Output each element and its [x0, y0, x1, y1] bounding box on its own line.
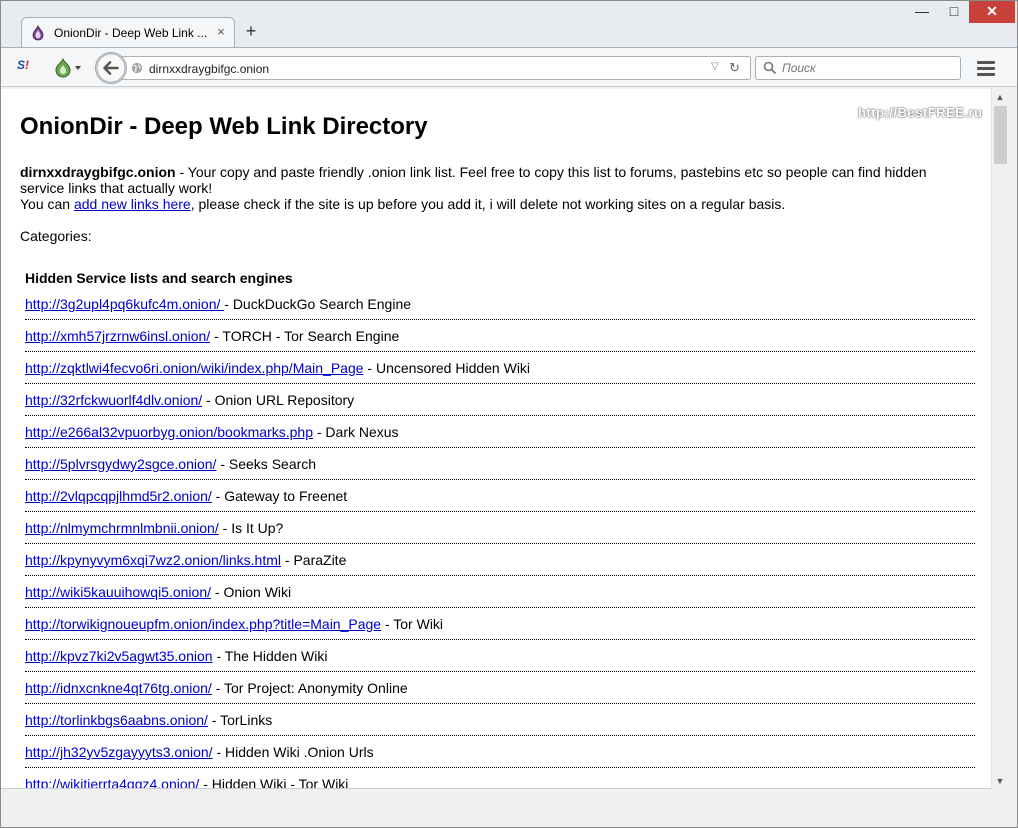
- link-description: - Dark Nexus: [312, 424, 399, 440]
- scroll-up-arrow-icon[interactable]: ▲: [992, 89, 1008, 105]
- list-item: http://e266al32vpuorbyg.onion/bookmarks.…: [25, 416, 975, 448]
- page-title: OnionDir - Deep Web Link Directory: [20, 113, 428, 140]
- intro-site-name: dirnxxdraygbifgc.onion: [20, 164, 176, 180]
- list-item: http://2vlqpcqpjlhmd5r2.onion/ - Gateway…: [25, 480, 975, 512]
- list-item: http://xmh57jrzrnw6insl.onion/ - TORCH -…: [25, 320, 975, 352]
- categories-label: Categories:: [20, 228, 92, 244]
- link-description: - Seeks Search: [216, 456, 317, 472]
- list-item: http://jh32yv5zgayyyts3.onion/ - Hidden …: [25, 736, 975, 768]
- link-description: - TORCH - Tor Search Engine: [210, 328, 400, 344]
- onion-link[interactable]: http://idnxcnkne4qt76tg.onion/: [25, 680, 212, 696]
- hamburger-menu-icon[interactable]: [975, 58, 997, 78]
- link-description: - Onion URL Repository: [202, 392, 355, 408]
- url-bar[interactable]: dirnxxdraygbifgc.onion ▽ ↻: [111, 56, 751, 80]
- search-icon[interactable]: [763, 61, 777, 75]
- tab-active[interactable]: OnionDir - Deep Web Link ... ×: [21, 17, 235, 47]
- link-description: - Hidden Wiki .Onion Urls: [212, 744, 374, 760]
- watermark: http://BestFREE.ru: [858, 105, 983, 120]
- link-description: - Hidden Wiki - Tor Wiki: [199, 776, 349, 789]
- link-description: - Tor Wiki: [381, 616, 444, 632]
- tab-title: OnionDir - Deep Web Link ...: [54, 26, 208, 40]
- onion-link[interactable]: http://5plvrsgydwy2sgce.onion/: [25, 456, 216, 472]
- intro-line2-pre: You can: [20, 196, 74, 212]
- back-button[interactable]: [95, 52, 127, 84]
- page-viewport[interactable]: OnionDir - Deep Web Link Directory http:…: [1, 89, 1007, 789]
- tor-onion-icon: [32, 25, 44, 41]
- list-item: http://5plvrsgydwy2sgce.onion/ - Seeks S…: [25, 448, 975, 480]
- onion-link[interactable]: http://zqktlwi4fecvo6ri.onion/wiki/index…: [25, 360, 364, 376]
- onion-link[interactable]: http://e266al32vpuorbyg.onion/bookmarks.…: [25, 424, 313, 440]
- link-description: - Uncensored Hidden Wiki: [363, 360, 531, 376]
- list-item: http://zqktlwi4fecvo6ri.onion/wiki/index…: [25, 352, 975, 384]
- window-maximize-button[interactable]: □: [939, 1, 969, 23]
- onion-link[interactable]: http://nlmymchrmnlmbnii.onion/: [25, 520, 219, 536]
- onion-link[interactable]: http://kpvz7ki2v5agwt35.onion: [25, 648, 213, 664]
- window-close-button[interactable]: ✕: [969, 1, 1015, 23]
- tor-onion-icon[interactable]: [53, 57, 85, 79]
- navigation-toolbar: S! dirnxxdraygbifgc.onion ▽ ↻: [1, 47, 1017, 87]
- onion-link[interactable]: http://torlinkbgs6aabns.onion/: [25, 712, 208, 728]
- tab-close-icon[interactable]: ×: [214, 24, 228, 39]
- link-list: http://3g2upl4pq6kufc4m.onion/ - DuckDuc…: [25, 288, 975, 789]
- onion-link[interactable]: http://32rfckwuorlf4dlv.onion/: [25, 392, 202, 408]
- section-heading: Hidden Service lists and search engines: [25, 270, 293, 286]
- link-description: - Gateway to Freenet: [211, 488, 348, 504]
- list-item: http://nlmymchrmnlmbnii.onion/ - Is It U…: [25, 512, 975, 544]
- onion-link[interactable]: http://xmh57jrzrnw6insl.onion/: [25, 328, 210, 344]
- list-item: http://3g2upl4pq6kufc4m.onion/ - DuckDuc…: [25, 288, 975, 320]
- list-item: http://wiki5kauuihowqi5.onion/ - Onion W…: [25, 576, 975, 608]
- list-item: http://torwikignoueupfm.onion/index.php?…: [25, 608, 975, 640]
- link-description: - ParaZite: [281, 552, 347, 568]
- window-minimize-button[interactable]: —: [907, 1, 937, 23]
- list-item: http://kpvz7ki2v5agwt35.onion - The Hidd…: [25, 640, 975, 672]
- link-description: - Onion Wiki: [211, 584, 292, 600]
- intro-line2-post: , please check if the site is up before …: [190, 196, 786, 212]
- onion-link[interactable]: http://wikitjerrta4qgz4.onion/: [25, 776, 199, 788]
- list-item: http://idnxcnkne4qt76tg.onion/ - Tor Pro…: [25, 672, 975, 704]
- sj-addon-icon[interactable]: S!: [17, 58, 37, 78]
- globe-icon: [131, 62, 143, 74]
- onion-link[interactable]: http://jh32yv5zgayyyts3.onion/: [25, 744, 213, 760]
- list-item: http://32rfckwuorlf4dlv.onion/ - Onion U…: [25, 384, 975, 416]
- onion-link[interactable]: http://wiki5kauuihowqi5.onion/: [25, 584, 211, 600]
- intro-paragraph: dirnxxdraygbifgc.onion - Your copy and p…: [20, 164, 965, 212]
- onion-link[interactable]: http://kpynyvym6xqi7wz2.onion/links.html: [25, 552, 281, 568]
- link-description: - DuckDuckGo Search Engine: [224, 296, 412, 312]
- onion-link[interactable]: http://2vlqpcqpjlhmd5r2.onion/: [25, 488, 212, 504]
- tab-strip: OnionDir - Deep Web Link ... × + — □ ✕: [1, 1, 1017, 47]
- add-links-link[interactable]: add new links here: [74, 196, 191, 212]
- browser-window: OnionDir - Deep Web Link ... × + — □ ✕ S…: [0, 0, 1018, 828]
- link-description: - Is It Up?: [218, 520, 284, 536]
- new-tab-button[interactable]: +: [243, 20, 259, 42]
- list-item: http://torlinkbgs6aabns.onion/ - TorLink…: [25, 704, 975, 736]
- url-history-dropdown-icon[interactable]: ▽: [711, 61, 719, 72]
- onion-link[interactable]: http://3g2upl4pq6kufc4m.onion/: [25, 296, 224, 312]
- link-description: - TorLinks: [207, 712, 273, 728]
- search-box[interactable]: [755, 56, 961, 80]
- link-description: - The Hidden Wiki: [212, 648, 328, 664]
- scroll-thumb[interactable]: [994, 106, 1007, 164]
- list-item: http://wikitjerrta4qgz4.onion/ - Hidden …: [25, 768, 975, 789]
- onion-link[interactable]: http://torwikignoueupfm.onion/index.php?…: [25, 616, 381, 632]
- url-text: dirnxxdraygbifgc.onion: [149, 62, 270, 76]
- reload-icon[interactable]: ↻: [729, 60, 740, 76]
- vertical-scrollbar[interactable]: ▲ ▼: [991, 89, 1008, 789]
- list-item: http://kpynyvym6xqi7wz2.onion/links.html…: [25, 544, 975, 576]
- link-description: - Tor Project: Anonymity Online: [211, 680, 408, 696]
- scroll-down-arrow-icon[interactable]: ▼: [992, 773, 1008, 789]
- search-input[interactable]: [782, 60, 952, 76]
